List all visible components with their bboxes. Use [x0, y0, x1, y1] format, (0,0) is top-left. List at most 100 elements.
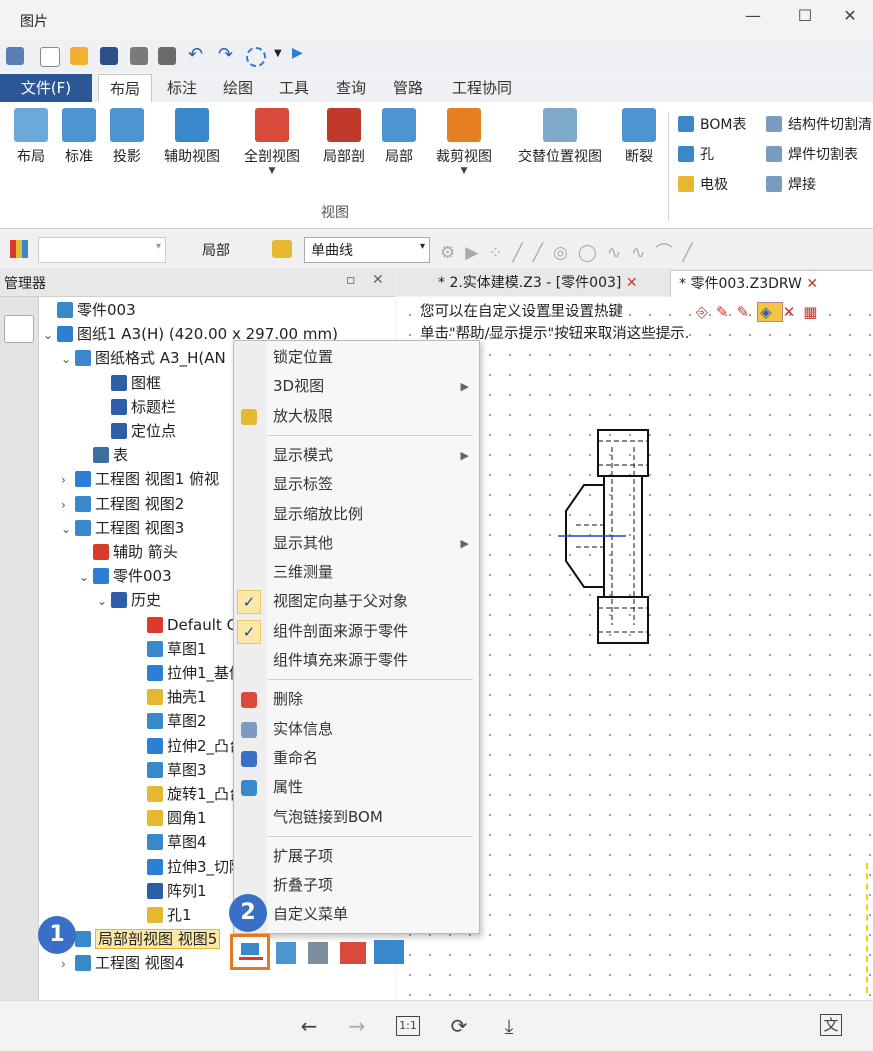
context-menu-item[interactable]: 锁定位置 — [234, 343, 479, 372]
context-menu-item[interactable]: 气泡链接到BOM — [234, 803, 479, 832]
print-icon[interactable] — [130, 47, 148, 65]
tree-node[interactable]: 阵列1 — [133, 879, 207, 903]
tab-close-icon[interactable]: ✕ — [626, 275, 638, 291]
electrode-button[interactable]: 电极 — [678, 174, 728, 194]
tree-node[interactable]: 草图4 — [133, 830, 207, 854]
context-menu-item[interactable]: 显示其他 ▶ — [234, 529, 479, 558]
tab-file[interactable]: 文件(F) — [0, 74, 92, 102]
edit-view-mini-icon[interactable] — [308, 942, 328, 964]
context-menu-item[interactable]: 实体信息 — [234, 715, 479, 744]
alternate-position-button[interactable]: 交替位置视图 — [508, 108, 612, 166]
forward-icon[interactable]: → — [342, 1014, 372, 1038]
context-menu-item[interactable]: 属性 — [234, 773, 479, 802]
tab-close-icon[interactable]: ✕ — [806, 276, 818, 292]
weld-button[interactable]: 焊接 — [766, 174, 816, 194]
download-icon[interactable]: ⤓ — [494, 1014, 524, 1038]
drawing-view-part[interactable] — [556, 427, 656, 649]
expand-arrow-icon[interactable]: › — [61, 952, 75, 976]
tree-node[interactable]: 标题栏 — [97, 395, 176, 419]
expand-arrow-icon[interactable]: › — [61, 493, 75, 517]
tree-node[interactable]: 草图3 — [133, 758, 207, 782]
partial-section-view-button[interactable] — [230, 934, 270, 970]
expand-arrow-icon[interactable]: ⌄ — [61, 347, 75, 371]
regen-icon[interactable] — [246, 47, 266, 67]
context-menu-item[interactable]: ✓ 组件剖面来源于零件 — [234, 617, 479, 646]
maximize-button[interactable]: ☐ — [785, 4, 825, 28]
undo-icon[interactable]: ↶ — [188, 44, 203, 65]
pin-icon[interactable]: ▫ — [346, 272, 356, 288]
tree-node[interactable]: 零件003 — [43, 298, 136, 322]
full-section-button[interactable]: 全剖视图 ▼ — [236, 108, 308, 176]
tab-collaboration[interactable]: 工程协同 — [444, 74, 520, 102]
tree-node[interactable]: 旋转1_凸台 — [133, 782, 244, 806]
layout-button[interactable]: 布局 — [8, 108, 54, 166]
context-menu-item[interactable]: 3D视图 ▶ — [234, 372, 479, 401]
tree-node[interactable]: 草图1 — [133, 637, 207, 661]
context-menu-item[interactable]: 重命名 — [234, 744, 479, 773]
crop-view-button[interactable]: 裁剪视图 ▼ — [428, 108, 500, 176]
expand-arrow-icon[interactable]: ⌄ — [79, 565, 93, 589]
pick-filter-icon[interactable] — [272, 240, 292, 258]
print-preview-icon[interactable] — [158, 47, 176, 65]
actual-size-icon[interactable]: 1:1 — [396, 1016, 420, 1036]
tree-node[interactable]: › 工程图 视图1 俯视 — [61, 467, 219, 491]
qat-dropdown-icon[interactable]: ▼ — [274, 48, 282, 59]
weldment-cut-list-button[interactable]: 结构件切割清 — [766, 114, 873, 134]
standard-view-mini-icon[interactable] — [276, 942, 296, 964]
canvas-tool-icons[interactable]: ⎆✎✎ ◈ ✕▦ — [696, 302, 866, 325]
tab-tools[interactable]: 工具 — [272, 74, 316, 102]
tab-draw[interactable]: 绘图 — [216, 74, 260, 102]
tab-query[interactable]: 查询 — [329, 74, 373, 102]
context-menu-item[interactable]: 扩展子项 — [234, 842, 479, 871]
rotate-icon[interactable]: ⟳ — [444, 1014, 474, 1038]
drawing-manager-tab-icon[interactable] — [4, 315, 34, 343]
curve-select[interactable]: 单曲线 ▾ — [304, 237, 430, 263]
filter-dropdown[interactable]: ▾ — [38, 237, 166, 263]
tree-node[interactable]: › 工程图 视图2 — [61, 492, 184, 516]
sketch-edit-mini-icon[interactable] — [374, 940, 404, 964]
tree-node[interactable]: ⌄ 零件003 — [79, 564, 172, 588]
tree-node[interactable]: 定位点 — [97, 419, 176, 443]
flip-section-mini-icon[interactable] — [340, 942, 366, 964]
context-menu-item[interactable]: 删除 — [234, 685, 479, 714]
manager-close-icon[interactable]: ✕ — [372, 272, 384, 288]
tree-node[interactable]: 拉伸2_凸台 — [133, 734, 244, 758]
context-menu-item[interactable]: 显示缩放比例 — [234, 500, 479, 529]
tab-annotate[interactable]: 标注 — [160, 74, 204, 102]
snap-tools-icons[interactable]: ⚙▶⁘╱╱◎◯∿∿⌒╱ — [440, 238, 703, 263]
tree-node[interactable]: 孔1 — [133, 903, 192, 927]
expand-arrow-icon[interactable]: ⌄ — [43, 323, 57, 347]
context-menu-item[interactable]: ✓ 视图定向基于父对象 — [234, 587, 479, 616]
expand-arrow-icon[interactable]: ⌄ — [61, 517, 75, 541]
hole-table-button[interactable]: 孔 — [678, 144, 714, 164]
tree-node[interactable]: 图框 — [97, 371, 161, 395]
tab-doc-drawing[interactable]: * 零件003.Z3DRW ✕ — [670, 270, 873, 297]
context-menu-item[interactable]: 折叠子项 — [234, 871, 479, 900]
tree-node[interactable]: ⌄ 工程图 视图3 — [61, 516, 184, 540]
context-menu-item[interactable]: 三维测量 — [234, 558, 479, 587]
redo-icon[interactable]: ↷ — [218, 44, 233, 65]
tree-node[interactable]: 表 — [79, 443, 128, 467]
play-icon[interactable]: ▶ — [292, 45, 303, 61]
tree-node[interactable]: 拉伸3_切除 — [133, 855, 244, 879]
tree-node[interactable]: ›局部剖视图 视图5 — [61, 927, 221, 951]
break-view-button[interactable]: 断裂 — [618, 108, 660, 166]
tab-piping[interactable]: 管路 — [386, 74, 430, 102]
tree-node[interactable]: 圆角1 — [133, 806, 207, 830]
tab-layout[interactable]: 布局 — [98, 74, 152, 103]
context-menu-item[interactable]: 显示标签 — [234, 470, 479, 499]
standard-view-button[interactable]: 标准 — [58, 108, 100, 166]
ocr-icon[interactable]: 文 — [820, 1014, 842, 1036]
save-icon[interactable] — [100, 47, 118, 65]
minimize-button[interactable]: — — [733, 4, 773, 28]
auxiliary-view-button[interactable]: 辅助视图 — [156, 108, 228, 166]
context-menu-item[interactable]: 显示模式 ▶ — [234, 441, 479, 470]
back-icon[interactable]: ← — [294, 1014, 324, 1038]
tree-node[interactable]: › 工程图 视图4 — [61, 951, 184, 975]
partial-section-button[interactable]: 局部剖 — [316, 108, 372, 166]
tree-node[interactable]: 辅助 箭头 — [79, 540, 178, 564]
expand-arrow-icon[interactable]: ⌄ — [97, 589, 111, 613]
context-menu-item[interactable]: 自定义菜单 — [234, 900, 479, 929]
context-menu-item[interactable]: 放大极限 — [234, 402, 479, 431]
context-menu-item[interactable]: 组件填充来源于零件 — [234, 646, 479, 675]
